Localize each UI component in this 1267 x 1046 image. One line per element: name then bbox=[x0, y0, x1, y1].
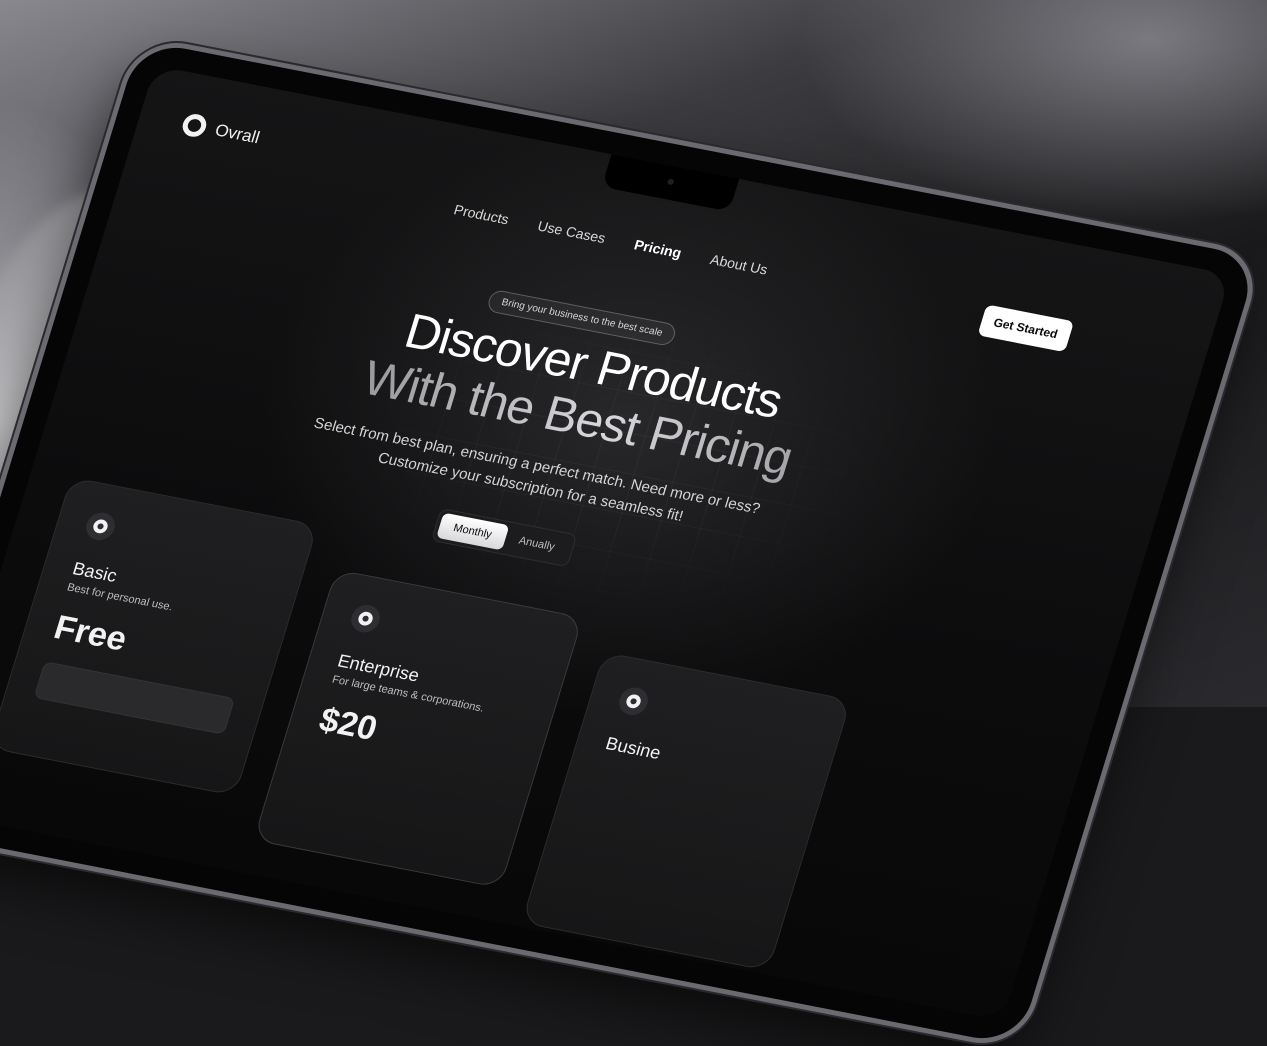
main-nav: Products Use Cases Pricing About Us bbox=[452, 201, 770, 277]
ring-logo-icon bbox=[179, 112, 210, 139]
plan-icon bbox=[347, 602, 384, 635]
plan-name: Busine bbox=[603, 733, 664, 764]
plan-icon bbox=[615, 685, 652, 718]
plan-price: $20 bbox=[314, 700, 382, 748]
camera-icon bbox=[666, 178, 675, 186]
plan-price: Free bbox=[49, 608, 132, 659]
nav-item-about-us[interactable]: About Us bbox=[708, 251, 769, 277]
nav-item-products[interactable]: Products bbox=[452, 201, 511, 227]
nav-item-use-cases[interactable]: Use Cases bbox=[536, 218, 608, 246]
plan-card-basic[interactable]: Basic Best for personal use. Free bbox=[0, 476, 319, 797]
get-started-button[interactable]: Get Started bbox=[977, 304, 1074, 353]
nav-item-pricing[interactable]: Pricing bbox=[632, 236, 683, 260]
plan-card-business[interactable]: Busine bbox=[521, 651, 852, 972]
brand-logo[interactable]: Ovrall bbox=[179, 112, 263, 149]
plan-description: Best for personal use. bbox=[65, 581, 175, 614]
plan-icon bbox=[82, 510, 119, 543]
plan-card-enterprise[interactable]: Enterprise For large teams & corporation… bbox=[253, 569, 584, 889]
brand-name: Ovrall bbox=[212, 119, 263, 147]
plan-button[interactable] bbox=[33, 661, 236, 735]
